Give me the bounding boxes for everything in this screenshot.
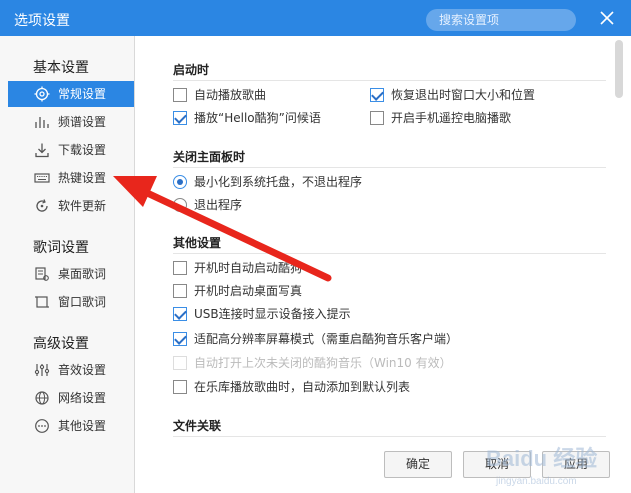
checkbox-add-to-default-list[interactable]: 在乐库播放歌曲时，自动添加到默认列表 (173, 379, 410, 395)
sidebar-item-update[interactable]: 软件更新 (8, 193, 134, 219)
equalizer-icon (34, 364, 50, 376)
checkbox-reopen-last: 自动打开上次未关闭的酷狗音乐（Win10 有效） (173, 355, 452, 371)
sidebar-item-label: 软件更新 (58, 199, 107, 213)
vertical-scrollbar[interactable] (613, 38, 625, 453)
section-divider (173, 167, 606, 168)
radio-label: 退出程序 (194, 198, 243, 212)
close-icon[interactable] (598, 9, 616, 27)
checkbox-label: 自动打开上次未关闭的酷狗音乐（Win10 有效） (194, 356, 452, 370)
section-title-other: 其他设置 (173, 236, 222, 250)
checkbox-label: 开机时启动桌面写真 (194, 284, 303, 298)
section-title-file-association: 文件关联 (173, 419, 222, 433)
sidebar-item-label: 常规设置 (58, 87, 107, 101)
checkbox-label: 播放“Hello酷狗”问候语 (194, 111, 321, 125)
settings-search-input[interactable]: 搜索设置项 (426, 9, 576, 31)
download-icon (35, 143, 49, 158)
sidebar-item-label: 网络设置 (58, 391, 107, 405)
sidebar-item-label: 下载设置 (58, 143, 107, 157)
checkbox-box[interactable] (173, 332, 187, 346)
radio-button[interactable] (173, 175, 187, 189)
checkbox-phone-remote[interactable]: 开启手机遥控电脑播歌 (370, 110, 511, 126)
radio-label: 最小化到系统托盘，不退出程序 (194, 175, 363, 189)
section-title-close-panel: 关闭主面板时 (173, 150, 246, 164)
sidebar-item-label: 窗口歌词 (58, 295, 107, 309)
settings-sidebar: 基本设置 常规设置 频谱设置 下载设置 热键设置 软件更新 歌词设置 桌面歌词 … (0, 36, 135, 493)
sidebar-item-network[interactable]: 网络设置 (8, 385, 134, 411)
keyboard-icon (34, 173, 50, 183)
checkbox-usb-prompt[interactable]: USB连接时显示设备接入提示 (173, 306, 351, 322)
sidebar-item-download[interactable]: 下载设置 (8, 137, 134, 163)
checkbox-autostart[interactable]: 开机时自动启动酷狗 (173, 260, 302, 276)
sidebar-item-label: 音效设置 (58, 363, 107, 377)
section-divider (173, 253, 606, 254)
ok-button[interactable]: 确定 (384, 451, 452, 478)
baidu-jingyan-watermark: Baidu 经验 jingyan.baidu.com (486, 446, 597, 487)
checkbox-hello-greeting[interactable]: 播放“Hello酷狗”问候语 (173, 110, 321, 126)
checkbox-box[interactable] (173, 284, 187, 298)
sidebar-item-other[interactable]: 其他设置 (8, 413, 134, 439)
sidebar-item-sound-effects[interactable]: 音效设置 (8, 357, 134, 383)
radio-minimize-to-tray[interactable]: 最小化到系统托盘，不退出程序 (173, 174, 362, 190)
settings-content-panel[interactable]: 启动时 自动播放歌曲 恢复退出时窗口大小和位置 播放“Hello酷狗”问候语 开… (136, 36, 631, 493)
globe-icon (35, 391, 49, 405)
spectrum-icon (35, 117, 49, 128)
sidebar-item-desktop-lyrics[interactable]: 桌面歌词 (8, 261, 134, 287)
section-divider (173, 80, 606, 81)
sidebar-item-label: 桌面歌词 (58, 267, 107, 281)
checkbox-box[interactable] (173, 111, 187, 125)
group-title-basic: 基本设置 (33, 60, 89, 76)
sidebar-item-label: 其他设置 (58, 419, 107, 433)
checkbox-restore-window[interactable]: 恢复退出时窗口大小和位置 (370, 87, 535, 103)
checkbox-box[interactable] (370, 111, 384, 125)
checkbox-box[interactable] (173, 88, 187, 102)
checkbox-label: 在乐库播放歌曲时，自动添加到默认列表 (194, 380, 411, 394)
checkbox-label: USB连接时显示设备接入提示 (194, 307, 351, 321)
group-title-advanced: 高级设置 (33, 336, 89, 352)
checkbox-box (173, 356, 187, 370)
sidebar-item-spectrum[interactable]: 频谱设置 (8, 109, 134, 135)
group-title-lyrics: 歌词设置 (33, 240, 89, 256)
radio-exit-program[interactable]: 退出程序 (173, 197, 242, 213)
checkbox-box[interactable] (173, 307, 187, 321)
checkbox-box[interactable] (173, 380, 187, 394)
section-title-startup: 启动时 (173, 63, 210, 77)
checkbox-label: 开机时自动启动酷狗 (194, 261, 303, 275)
checkbox-desktop-photo[interactable]: 开机时启动桌面写真 (173, 283, 302, 299)
title-bar: 选项设置 搜索设置项 (0, 0, 631, 36)
sidebar-item-window-lyrics[interactable]: 窗口歌词 (8, 289, 134, 315)
more-icon (35, 419, 49, 433)
sidebar-item-label: 热键设置 (58, 171, 107, 185)
scroll-thumb[interactable] (615, 40, 623, 98)
checkbox-box[interactable] (173, 261, 187, 275)
window-lyrics-icon (35, 296, 49, 308)
refresh-icon (36, 199, 48, 212)
checkbox-label: 开启手机遥控电脑播歌 (391, 111, 512, 125)
sidebar-item-hotkey[interactable]: 热键设置 (8, 165, 134, 191)
checkbox-label: 恢复退出时窗口大小和位置 (391, 88, 536, 102)
svg-text:jingyan.baidu.com: jingyan.baidu.com (495, 476, 577, 487)
svg-text:Baidu 经验: Baidu 经验 (486, 446, 597, 471)
target-icon (34, 86, 50, 102)
sidebar-item-label: 频谱设置 (58, 115, 107, 129)
checkbox-box[interactable] (370, 88, 384, 102)
checkbox-label: 自动播放歌曲 (194, 88, 267, 102)
window-title: 选项设置 (14, 13, 70, 29)
checkbox-autoplay[interactable]: 自动播放歌曲 (173, 87, 266, 103)
radio-button[interactable] (173, 198, 187, 212)
checkbox-high-dpi[interactable]: 适配高分辨率屏幕模式（需重启酷狗音乐客户端） (173, 331, 458, 347)
checkbox-label: 适配高分辨率屏幕模式（需重启酷狗音乐客户端） (194, 332, 459, 346)
sidebar-item-general[interactable]: 常规设置 (8, 81, 134, 107)
desktop-lyrics-icon (35, 267, 49, 281)
